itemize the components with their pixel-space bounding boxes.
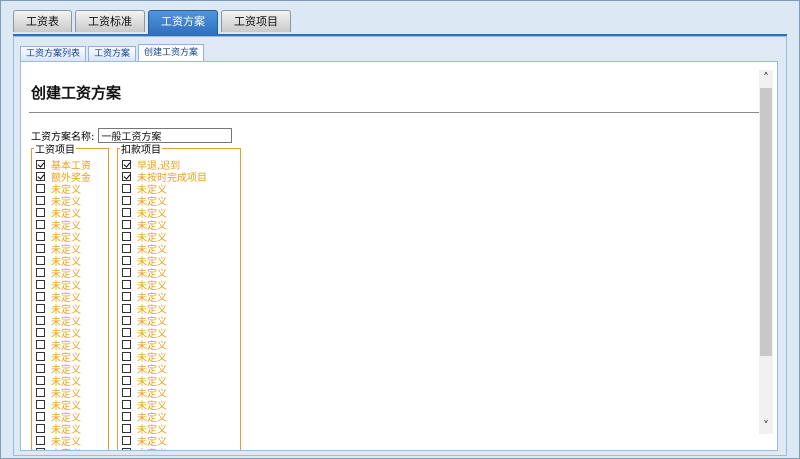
- salary-checkbox[interactable]: [36, 327, 45, 337]
- salary-checkbox[interactable]: [36, 207, 45, 217]
- salary-items-legend: 工资项目: [35, 145, 75, 156]
- deduction-checkbox[interactable]: [122, 267, 131, 277]
- deduction-checkbox[interactable]: [122, 411, 131, 421]
- deduction-checkbox[interactable]: [122, 363, 131, 373]
- deduction-checkbox[interactable]: [122, 399, 131, 409]
- tab-panel: 工资方案列表 工资方案 创建工资方案 创建工资方案 工资方案名称: 工资项目 基…: [13, 36, 787, 456]
- salary-checkbox[interactable]: [36, 231, 45, 241]
- salary-checkbox[interactable]: [36, 159, 45, 169]
- deduction-checkbox[interactable]: [122, 327, 131, 337]
- content-area: 创建工资方案 工资方案名称: 工资项目 基本工资额外奖金未定义未定义未定义未定义…: [20, 61, 778, 451]
- salary-checkbox[interactable]: [36, 171, 45, 181]
- deduction-checkbox[interactable]: [122, 423, 131, 433]
- deduction-items-group: 扣款项目 早退,迟到 未按时完成项目 未定义 未定义 未定义 未定义 未定义 未定义 未定义 未定…: [117, 141, 241, 451]
- salary-checkbox[interactable]: [36, 291, 45, 301]
- deduction-item: 未定义: [121, 445, 237, 451]
- salary-item-label: 未定义: [51, 445, 81, 451]
- deduction-items-list: 早退,迟到 未按时完成项目 未定义 未定义 未定义 未定义 未定义 未定义 未定义 未定义 未定义未…: [121, 158, 237, 451]
- vertical-scrollbar[interactable]: ˄ ˅: [759, 70, 773, 434]
- deduction-checkbox[interactable]: [122, 279, 131, 289]
- deduction-checkbox[interactable]: [122, 291, 131, 301]
- salary-checkbox[interactable]: [36, 279, 45, 289]
- salary-items-list: 基本工资 额外奖金 未定义 未定义 未定义 未定义 未定义 未定义 未定义 未定义 未定义 未定义 未定…: [35, 158, 105, 451]
- salary-item: 未定义: [35, 445, 105, 451]
- page-title: 创建工资方案: [31, 84, 122, 102]
- deduction-checkbox[interactable]: [122, 219, 131, 229]
- deduction-checkbox[interactable]: [122, 447, 131, 450]
- salary-checkbox[interactable]: [36, 375, 45, 385]
- salary-checkbox[interactable]: [36, 423, 45, 433]
- sub-tab-bar: 工资方案列表 工资方案 创建工资方案: [20, 44, 205, 61]
- salary-checkbox[interactable]: [36, 195, 45, 205]
- tab-salary-standard[interactable]: 工资标准: [75, 10, 145, 32]
- salary-checkbox[interactable]: [36, 339, 45, 349]
- deduction-checkbox[interactable]: [122, 195, 131, 205]
- subtab-scheme-list[interactable]: 工资方案列表: [20, 46, 87, 61]
- deduction-checkbox[interactable]: [122, 339, 131, 349]
- chevron-up-icon[interactable]: ˄: [759, 70, 773, 86]
- deduction-checkbox[interactable]: [122, 351, 131, 361]
- salary-checkbox[interactable]: [36, 183, 45, 193]
- salary-checkbox[interactable]: [36, 435, 45, 445]
- salary-checkbox[interactable]: [36, 219, 45, 229]
- chevron-down-icon[interactable]: ˅: [759, 418, 773, 434]
- subtab-scheme[interactable]: 工资方案: [88, 46, 137, 61]
- deduction-items-legend: 扣款项目: [121, 145, 161, 156]
- deduction-checkbox[interactable]: [122, 183, 131, 193]
- salary-checkbox[interactable]: [36, 303, 45, 313]
- deduction-checkbox[interactable]: [122, 435, 131, 445]
- scrollbar-thumb[interactable]: [760, 88, 772, 356]
- deduction-checkbox[interactable]: [122, 159, 131, 169]
- divider: [29, 112, 759, 113]
- deduction-checkbox[interactable]: [122, 231, 131, 241]
- deduction-checkbox[interactable]: [122, 207, 131, 217]
- deduction-checkbox[interactable]: [122, 303, 131, 313]
- subtab-create-scheme[interactable]: 创建工资方案: [138, 44, 205, 61]
- salary-checkbox[interactable]: [36, 315, 45, 325]
- tab-salary-scheme[interactable]: 工资方案: [148, 10, 218, 35]
- salary-checkbox[interactable]: [36, 399, 45, 409]
- salary-checkbox[interactable]: [36, 363, 45, 373]
- salary-checkbox[interactable]: [36, 387, 45, 397]
- salary-checkbox[interactable]: [36, 255, 45, 265]
- salary-checkbox[interactable]: [36, 447, 45, 450]
- deduction-checkbox[interactable]: [122, 375, 131, 385]
- salary-items-group: 工资项目 基本工资 额外奖金 未定义 未定义 未定义 未定义 未定义 未定义 未定义 未定义 未定义…: [31, 141, 109, 451]
- deduction-checkbox[interactable]: [122, 387, 131, 397]
- app-window: 工资表 工资标准 工资方案 工资项目 工资方案列表 工资方案 创建工资方案 创建…: [0, 0, 800, 459]
- salary-checkbox[interactable]: [36, 267, 45, 277]
- deduction-checkbox[interactable]: [122, 243, 131, 253]
- deduction-item-label: 未定义: [137, 445, 167, 451]
- salary-checkbox[interactable]: [36, 411, 45, 421]
- tab-salary-items[interactable]: 工资项目: [221, 10, 291, 32]
- salary-checkbox[interactable]: [36, 243, 45, 253]
- main-tab-bar: 工资表 工资标准 工资方案 工资项目: [13, 10, 291, 35]
- tab-salary-table[interactable]: 工资表: [13, 10, 72, 32]
- deduction-checkbox[interactable]: [122, 171, 131, 181]
- salary-checkbox[interactable]: [36, 351, 45, 361]
- deduction-checkbox[interactable]: [122, 315, 131, 325]
- deduction-checkbox[interactable]: [122, 255, 131, 265]
